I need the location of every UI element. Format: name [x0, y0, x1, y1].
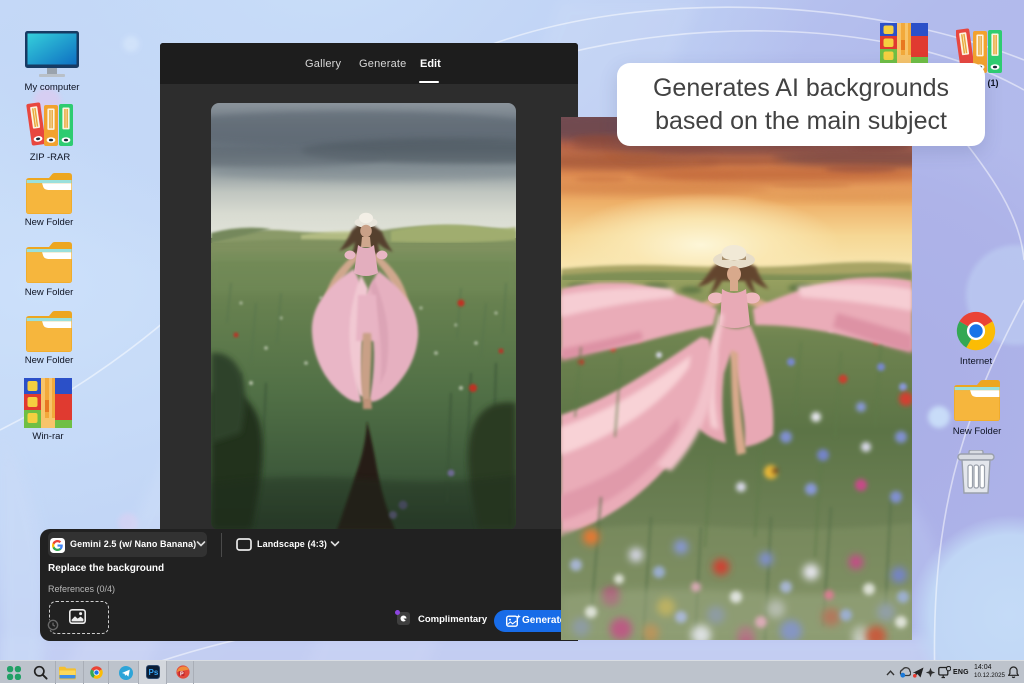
svg-text:P: P: [180, 671, 184, 677]
